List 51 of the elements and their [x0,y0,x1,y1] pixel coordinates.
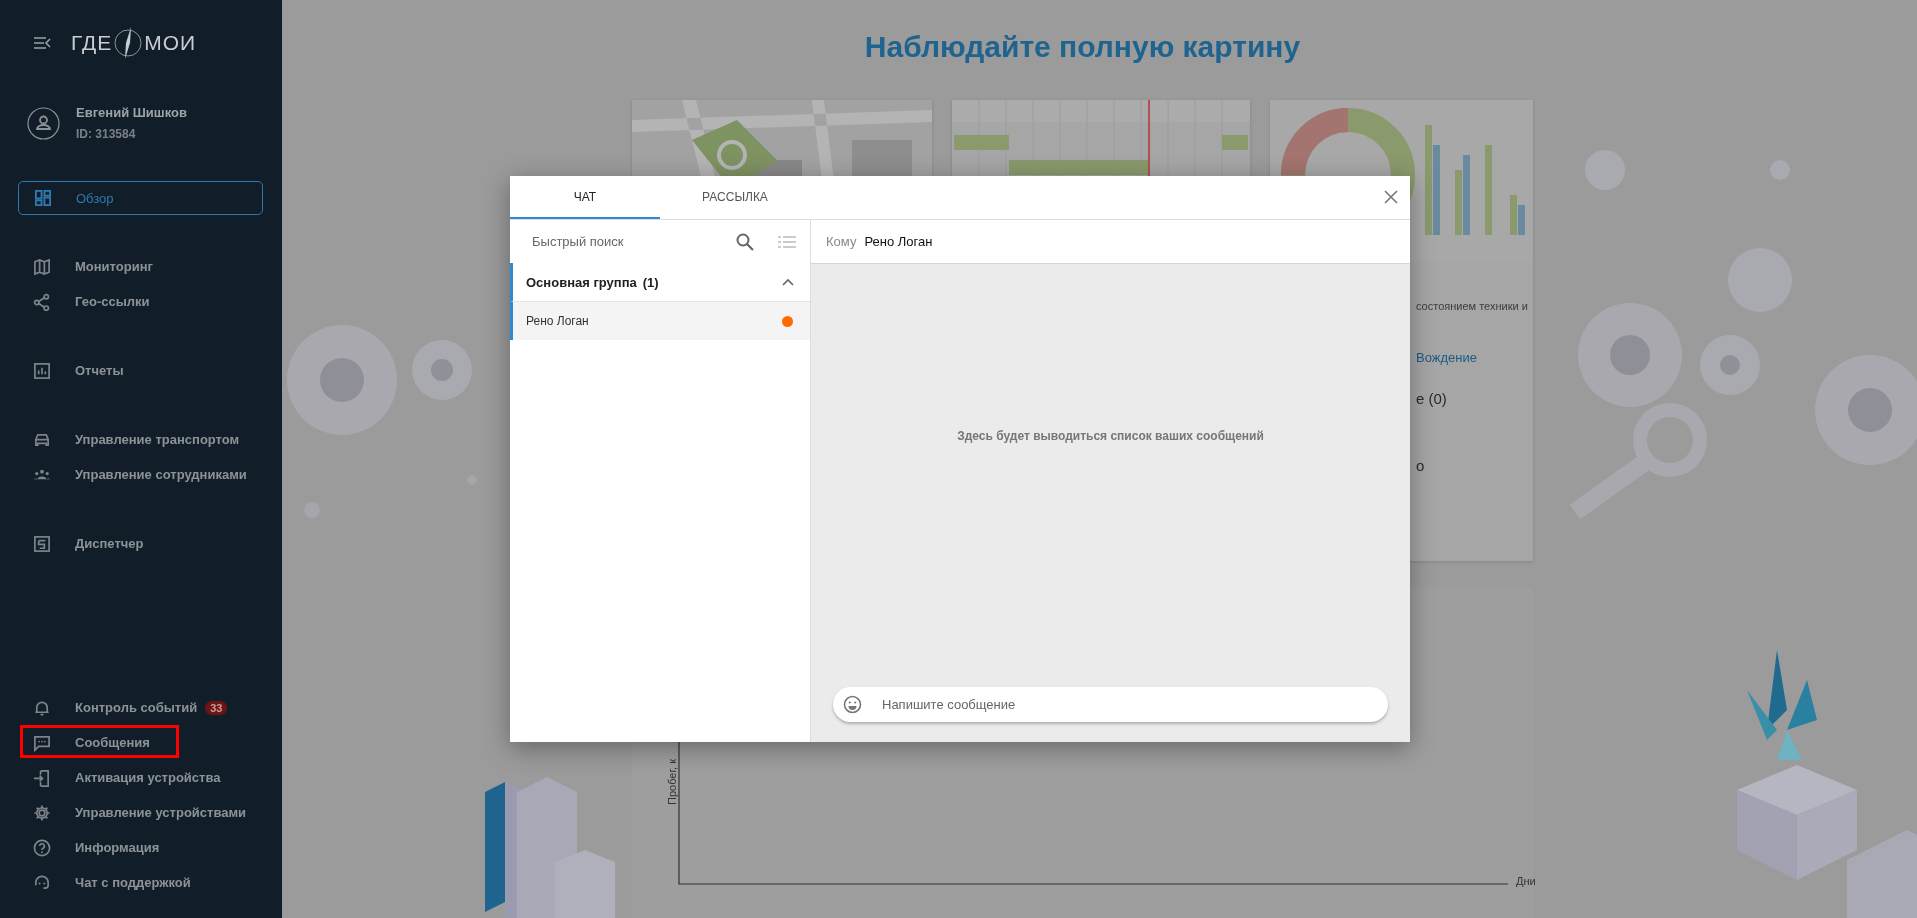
axis-label: Пробег, к [666,759,678,806]
nav-item[interactable]: Информация [0,830,282,865]
bar-chart-icon [33,361,51,380]
logo-text: ГДЕ [71,31,113,55]
share-icon [33,292,51,311]
menu-icon[interactable] [33,36,51,50]
user-name: Евгений Шишков [76,105,187,120]
axis-label: Дни [1516,875,1536,888]
headset-icon [33,873,51,892]
card-text: е (0) [1416,390,1448,410]
nav-item[interactable]: Чат с поддержкой [0,865,282,900]
chat-icon [33,733,51,752]
nav-item[interactable]: Управление сотрудниками [0,457,282,492]
document-icon [33,534,51,553]
help-icon [33,838,51,857]
dashboard-icon [34,189,52,207]
nav-item[interactable]: Обзор [18,181,263,215]
tab[interactable]: ЧАТ [510,176,660,219]
nav-item[interactable]: Гео-ссылки [0,284,282,319]
nav-item[interactable]: Сообщения [0,725,282,760]
nav-item[interactable]: Управление устройствами [0,795,282,830]
contact-item[interactable]: Рено Логан [510,302,810,340]
gear-icon [33,803,51,822]
card-text: состоянием техники и [1416,300,1529,315]
logo-text: МОИ [144,31,197,55]
chevron-icon[interactable] [782,278,794,286]
message-field[interactable]: Напишите сообщение [833,687,1388,722]
card-link[interactable]: Вождение [1416,350,1533,391]
tab[interactable]: РАССЫЛКА [660,176,810,219]
nav-item[interactable]: Мониторинг [0,249,282,284]
map-icon [33,257,51,276]
close-icon[interactable] [1384,190,1398,204]
empty-message: Здесь будет выводиться список ваших сообщений [957,428,1264,443]
nav-item[interactable]: Контроль событий 33 [0,690,282,725]
user-id: ID: 313584 [76,127,137,141]
recipient-label: Кому [826,234,857,249]
page-title: Наблюдайте полную картину [863,30,1302,65]
search-icon[interactable] [736,232,754,251]
nav-item[interactable]: Управление транспортом [0,422,282,457]
count-badge: 33 [205,700,228,715]
group-count: (1) [642,274,659,290]
recipient-name: Рено Логан [864,234,933,249]
avatar-icon [27,106,60,140]
nav-item[interactable]: Диспетчер [0,526,282,561]
search-field[interactable]: Быстрый поиск [530,233,736,250]
login-icon [33,768,51,787]
nav-item[interactable]: Активация устройства [0,760,282,795]
card-text: о [1416,457,1426,477]
emoji-icon[interactable] [843,695,862,714]
group-name: Основная группа [526,274,637,290]
nav-item[interactable]: Отчеты [0,353,282,388]
